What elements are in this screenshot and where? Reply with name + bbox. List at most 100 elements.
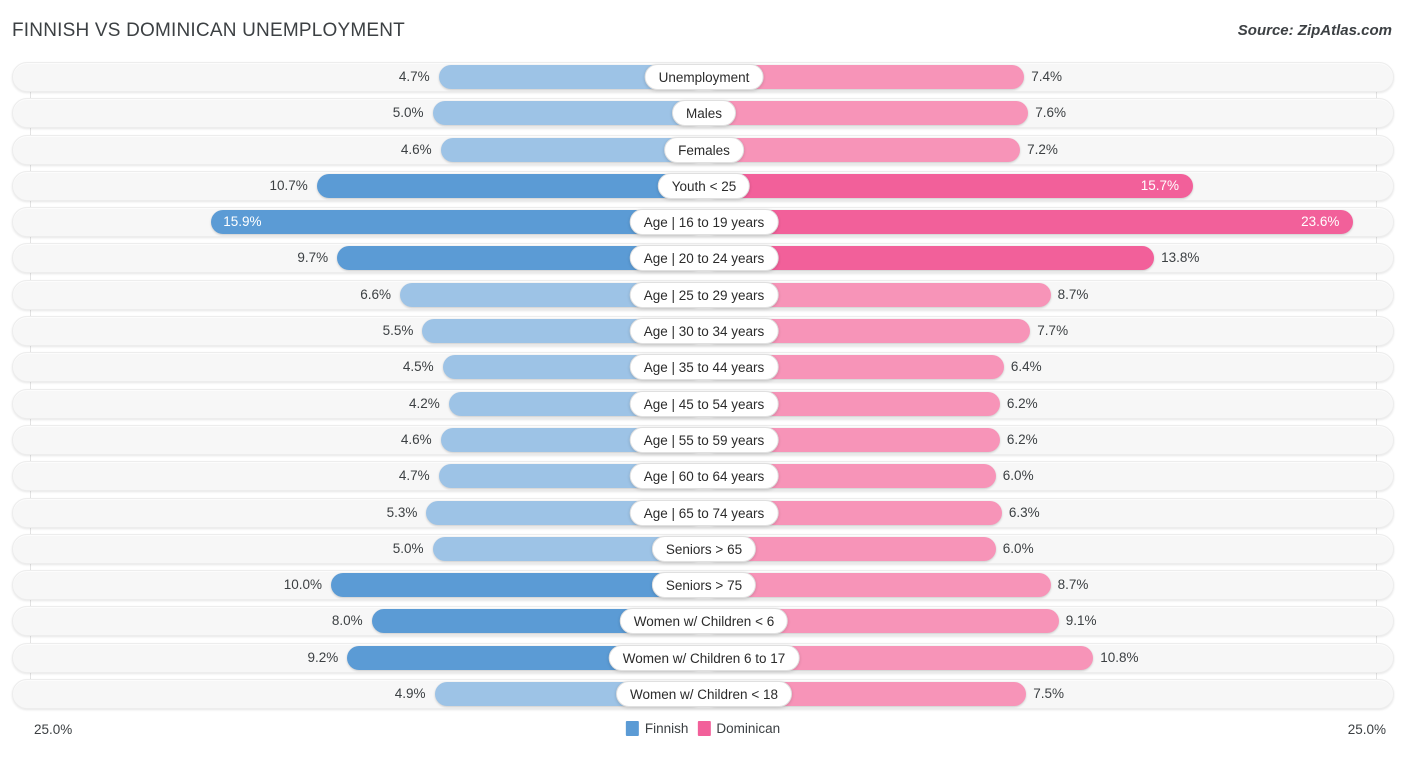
bar-finnish[interactable] bbox=[316, 173, 704, 198]
bar-finnish[interactable] bbox=[331, 573, 704, 598]
value-label-finnish: 10.0% bbox=[283, 577, 322, 593]
bar-dominican[interactable] bbox=[704, 573, 1051, 598]
legend-item-finnish[interactable]: Finnish bbox=[625, 721, 689, 736]
value-label-dominican: 6.0% bbox=[1002, 468, 1034, 484]
source-attribution: Source: ZipAtlas.com bbox=[1237, 22, 1392, 39]
bar-wrapper: 5.0% 7.6% Males bbox=[13, 99, 1393, 127]
value-label-finnish: 5.0% bbox=[392, 105, 424, 121]
category-label-pill[interactable]: Age | 16 to 19 years bbox=[629, 209, 779, 236]
category-label-pill[interactable]: Females bbox=[664, 136, 744, 163]
value-label-finnish: 4.2% bbox=[408, 395, 440, 411]
bar-wrapper: 4.5% 6.4% Age | 35 to 44 years bbox=[13, 353, 1393, 381]
category-label-pill[interactable]: Age | 65 to 74 years bbox=[629, 499, 779, 526]
chart-row[interactable]: 4.6% 6.2% Age | 55 to 59 years bbox=[12, 424, 1394, 455]
chart-row[interactable]: 4.7% 6.0% Age | 60 to 64 years bbox=[12, 461, 1394, 492]
chart-row[interactable]: 10.0% 8.7% Seniors > 75 bbox=[12, 570, 1394, 601]
bar-wrapper: 4.7% 7.4% Unemployment bbox=[13, 63, 1393, 91]
pink-swatch-icon bbox=[697, 721, 711, 736]
category-label-pill[interactable]: Age | 60 to 64 years bbox=[629, 463, 779, 490]
value-label-dominican: 9.1% bbox=[1065, 613, 1097, 629]
chart-row[interactable]: 4.7% 7.4% Unemployment bbox=[12, 62, 1394, 92]
value-label-finnish: 4.9% bbox=[394, 686, 426, 702]
bar-wrapper: 5.0% 6.0% Seniors > 65 bbox=[13, 535, 1393, 563]
value-label-finnish: 4.7% bbox=[398, 468, 430, 484]
chart-row[interactable]: 5.5% 7.7% Age | 30 to 34 years bbox=[12, 316, 1394, 347]
legend-item-dominican[interactable]: Dominican bbox=[697, 721, 780, 736]
value-label-dominican: 7.5% bbox=[1033, 686, 1065, 702]
bar-wrapper: 9.7% 13.8% Age | 20 to 24 years bbox=[13, 244, 1393, 272]
chart-row[interactable]: 4.6% 7.2% Females bbox=[12, 134, 1394, 165]
category-label-pill[interactable]: Age | 20 to 24 years bbox=[629, 245, 779, 272]
bar-dominican[interactable] bbox=[704, 210, 1354, 235]
category-label-pill[interactable]: Seniors > 65 bbox=[651, 535, 757, 562]
chart-footer: 25.0% 25.0% Finnish Dominican bbox=[12, 718, 1394, 750]
category-label-pill[interactable]: Age | 35 to 44 years bbox=[629, 354, 779, 381]
category-label-pill[interactable]: Women w/ Children < 6 bbox=[619, 608, 789, 635]
legend-label-dominican: Dominican bbox=[716, 721, 781, 736]
value-label-finnish: 5.0% bbox=[392, 540, 424, 556]
category-label-pill[interactable]: Age | 55 to 59 years bbox=[629, 426, 779, 453]
category-label-pill[interactable]: Women w/ Children 6 to 17 bbox=[608, 644, 800, 671]
bar-dominican[interactable] bbox=[704, 137, 1021, 162]
category-label-pill[interactable]: Males bbox=[671, 100, 737, 127]
bar-wrapper: 4.6% 7.2% Females bbox=[13, 136, 1393, 164]
category-label-pill[interactable]: Women w/ Children < 18 bbox=[616, 681, 792, 708]
chart-row[interactable]: 9.2% 10.8% Women w/ Children 6 to 17 bbox=[12, 642, 1394, 673]
value-label-finnish: 4.6% bbox=[400, 141, 432, 157]
chart-legend: Finnish Dominican bbox=[625, 721, 780, 736]
category-label-pill[interactable]: Youth < 25 bbox=[657, 172, 751, 199]
chart-row[interactable]: 4.9% 7.5% Women w/ Children < 18 bbox=[12, 679, 1394, 710]
value-label-dominican: 7.6% bbox=[1035, 105, 1067, 121]
chart-row[interactable]: 5.0% 6.0% Seniors > 65 bbox=[12, 533, 1394, 564]
blue-swatch-icon bbox=[625, 721, 639, 736]
axis-label-right: 25.0% bbox=[1347, 722, 1386, 737]
chart-row[interactable]: 10.7% 15.7% Youth < 25 bbox=[12, 170, 1394, 201]
value-label-dominican: 8.7% bbox=[1057, 577, 1089, 593]
value-label-finnish: 4.5% bbox=[402, 359, 434, 375]
bar-dominican[interactable] bbox=[704, 173, 1193, 198]
chart-row[interactable]: 9.7% 13.8% Age | 20 to 24 years bbox=[12, 243, 1394, 274]
bar-wrapper: 5.5% 7.7% Age | 30 to 34 years bbox=[13, 317, 1393, 345]
value-label-dominican: 8.7% bbox=[1057, 286, 1089, 302]
chart-row[interactable]: 5.0% 7.6% Males bbox=[12, 98, 1394, 129]
chart-row[interactable]: 15.9% 23.6% Age | 16 to 19 years bbox=[12, 207, 1394, 238]
axis-label-left: 25.0% bbox=[34, 722, 73, 737]
value-label-finnish: 6.6% bbox=[360, 286, 392, 302]
value-label-dominican: 6.4% bbox=[1010, 359, 1042, 375]
value-label-dominican: 10.8% bbox=[1100, 649, 1139, 665]
bar-wrapper: 4.2% 6.2% Age | 45 to 54 years bbox=[13, 390, 1393, 418]
value-label-finnish: 9.7% bbox=[297, 250, 329, 266]
chart-row[interactable]: 4.2% 6.2% Age | 45 to 54 years bbox=[12, 388, 1394, 419]
diverging-bar-chart: 4.7% 7.4% Unemployment 5.0% 7.6% Males 4.6% 7.2… bbox=[12, 62, 1394, 717]
value-label-finnish: 10.7% bbox=[269, 177, 308, 193]
value-label-dominican: 6.2% bbox=[1006, 431, 1038, 447]
value-label-dominican: 6.2% bbox=[1006, 395, 1038, 411]
chart-row[interactable]: 4.5% 6.4% Age | 35 to 44 years bbox=[12, 352, 1394, 383]
bar-dominican[interactable] bbox=[704, 101, 1029, 126]
value-label-finnish: 4.7% bbox=[398, 69, 430, 84]
bar-finnish[interactable] bbox=[432, 101, 704, 126]
value-label-dominican: 7.7% bbox=[1037, 323, 1069, 339]
bar-wrapper: 6.6% 8.7% Age | 25 to 29 years bbox=[13, 281, 1393, 309]
bar-wrapper: 5.3% 6.3% Age | 65 to 74 years bbox=[13, 499, 1393, 527]
value-label-finnish: 15.9% bbox=[223, 214, 262, 230]
category-label-pill[interactable]: Age | 45 to 54 years bbox=[629, 390, 779, 417]
value-label-dominican: 13.8% bbox=[1161, 250, 1200, 266]
category-label-pill[interactable]: Age | 25 to 29 years bbox=[629, 281, 779, 308]
category-label-pill[interactable]: Seniors > 75 bbox=[651, 572, 757, 599]
bar-wrapper: 10.7% 15.7% Youth < 25 bbox=[13, 172, 1393, 200]
value-label-dominican: 15.7% bbox=[1140, 177, 1179, 193]
chart-row[interactable]: 5.3% 6.3% Age | 65 to 74 years bbox=[12, 497, 1394, 528]
legend-label-finnish: Finnish bbox=[644, 721, 689, 736]
chart-row[interactable]: 8.0% 9.1% Women w/ Children < 6 bbox=[12, 606, 1394, 637]
value-label-finnish: 5.3% bbox=[386, 504, 418, 520]
value-label-finnish: 8.0% bbox=[331, 613, 363, 629]
category-label-pill[interactable]: Age | 30 to 34 years bbox=[629, 318, 779, 345]
bar-wrapper: 10.0% 8.7% Seniors > 75 bbox=[13, 571, 1393, 599]
value-label-dominican: 6.3% bbox=[1008, 504, 1040, 520]
chart-page: FINNISH VS DOMINICAN UNEMPLOYMENT Source… bbox=[0, 0, 1406, 757]
chart-row[interactable]: 6.6% 8.7% Age | 25 to 29 years bbox=[12, 279, 1394, 310]
value-label-dominican: 23.6% bbox=[1301, 214, 1340, 230]
chart-rows: 4.7% 7.4% Unemployment 5.0% 7.6% Males 4.6% 7.2… bbox=[12, 62, 1394, 715]
category-label-pill[interactable]: Unemployment bbox=[644, 64, 764, 90]
